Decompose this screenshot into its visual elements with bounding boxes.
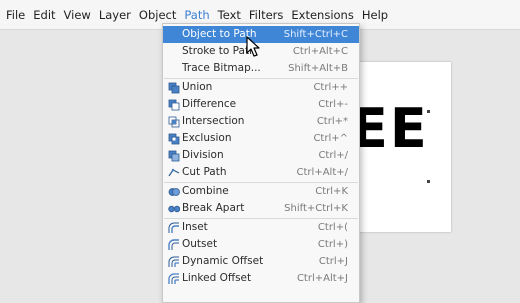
selection-handle[interactable]: [427, 110, 430, 113]
menu-layer[interactable]: Layer: [95, 5, 135, 25]
menu-item-exclusion[interactable]: Exclusion Ctrl+^: [163, 130, 359, 147]
menu-item-shortcut: Ctrl++: [313, 82, 348, 93]
menu-item-cut-path[interactable]: Cut Path Ctrl+Alt+/: [163, 164, 359, 181]
cut-path-icon: [167, 166, 180, 179]
menu-item-union[interactable]: Union Ctrl++: [163, 79, 359, 96]
menu-item-inset[interactable]: Inset Ctrl+(: [163, 219, 359, 236]
selection-handle[interactable]: [427, 180, 430, 183]
menu-item-label: Inset: [182, 221, 208, 233]
division-icon: [167, 149, 180, 162]
menu-item-shortcut: Shift+Ctrl+C: [283, 29, 348, 40]
menu-item-outset[interactable]: Outset Ctrl+): [163, 236, 359, 253]
menu-item-dynamic-offset[interactable]: Dynamic Offset Ctrl+J: [163, 253, 359, 270]
menu-item-shortcut: Shift+Alt+B: [288, 63, 348, 74]
canvas-text-object[interactable]: EE: [351, 102, 429, 156]
menu-item-shortcut: Ctrl+*: [316, 116, 348, 127]
menu-item-shortcut: Ctrl+Alt+/: [296, 167, 348, 178]
menu-path[interactable]: Path: [180, 5, 213, 25]
menu-item-label: Dynamic Offset: [182, 255, 264, 267]
menu-item-shortcut: Ctrl+/: [318, 150, 348, 161]
menu-view[interactable]: View: [60, 5, 95, 25]
menu-item-label: Trace Bitmap...: [182, 62, 261, 74]
menu-item-linked-offset[interactable]: Linked Offset Ctrl+Alt+J: [163, 270, 359, 287]
menu-item-shortcut: Ctrl+): [317, 239, 348, 250]
menu-item-intersection[interactable]: Intersection Ctrl+*: [163, 113, 359, 130]
menu-item-label: Break Apart: [182, 202, 245, 214]
menu-item-division[interactable]: Division Ctrl+/: [163, 147, 359, 164]
combine-icon: [167, 185, 180, 198]
menu-item-label: Intersection: [182, 115, 245, 127]
mouse-pointer-icon: [246, 36, 260, 57]
menu-extensions[interactable]: Extensions: [287, 5, 357, 25]
menu-item-label: Cut Path: [182, 166, 227, 178]
union-icon: [167, 81, 180, 94]
menu-item-trace-bitmap[interactable]: Trace Bitmap... Shift+Alt+B: [163, 60, 359, 77]
inset-icon: [167, 221, 180, 234]
menu-item-label: Stroke to Path: [182, 45, 256, 57]
menu-item-difference[interactable]: Difference Ctrl+-: [163, 96, 359, 113]
menu-item-shortcut: Ctrl+J: [318, 256, 348, 267]
menu-item-combine[interactable]: Combine Ctrl+K: [163, 183, 359, 200]
linked-offset-icon: [167, 272, 180, 285]
menu-item-label: Outset: [182, 238, 218, 250]
menu-text[interactable]: Text: [214, 5, 245, 25]
menu-item-break-apart[interactable]: Break Apart Shift+Ctrl+K: [163, 200, 359, 217]
menu-item-label: Exclusion: [182, 132, 232, 144]
difference-icon: [167, 98, 180, 111]
menu-item-shortcut: Ctrl+Alt+J: [296, 273, 348, 284]
break-apart-icon: [167, 202, 180, 215]
menu-object[interactable]: Object: [135, 5, 180, 25]
menu-item-shortcut: Ctrl+K: [315, 186, 348, 197]
path-menu-dropdown: Object to Path Shift+Ctrl+C Stroke to Pa…: [162, 23, 360, 303]
menu-item-shortcut: Ctrl+-: [318, 99, 348, 110]
menu-item-shortcut: Ctrl+Alt+C: [292, 46, 348, 57]
menu-file[interactable]: File: [2, 5, 29, 25]
menu-item-label: Combine: [182, 185, 229, 197]
menu-item-shortcut: Ctrl+^: [313, 133, 348, 144]
menu-item-label: Linked Offset: [182, 272, 252, 284]
menu-item-shortcut: Shift+Ctrl+K: [284, 203, 348, 214]
menu-item-label: Division: [182, 149, 224, 161]
menu-edit[interactable]: Edit: [29, 5, 59, 25]
dynamic-offset-icon: [167, 255, 180, 268]
menu-item-shortcut: Ctrl+(: [317, 222, 348, 233]
menu-filters[interactable]: Filters: [245, 5, 287, 25]
intersection-icon: [167, 115, 180, 128]
menu-help[interactable]: Help: [358, 5, 392, 25]
menu-item-label: Difference: [182, 98, 237, 110]
exclusion-icon: [167, 132, 180, 145]
outset-icon: [167, 238, 180, 251]
menu-item-label: Union: [182, 81, 213, 93]
